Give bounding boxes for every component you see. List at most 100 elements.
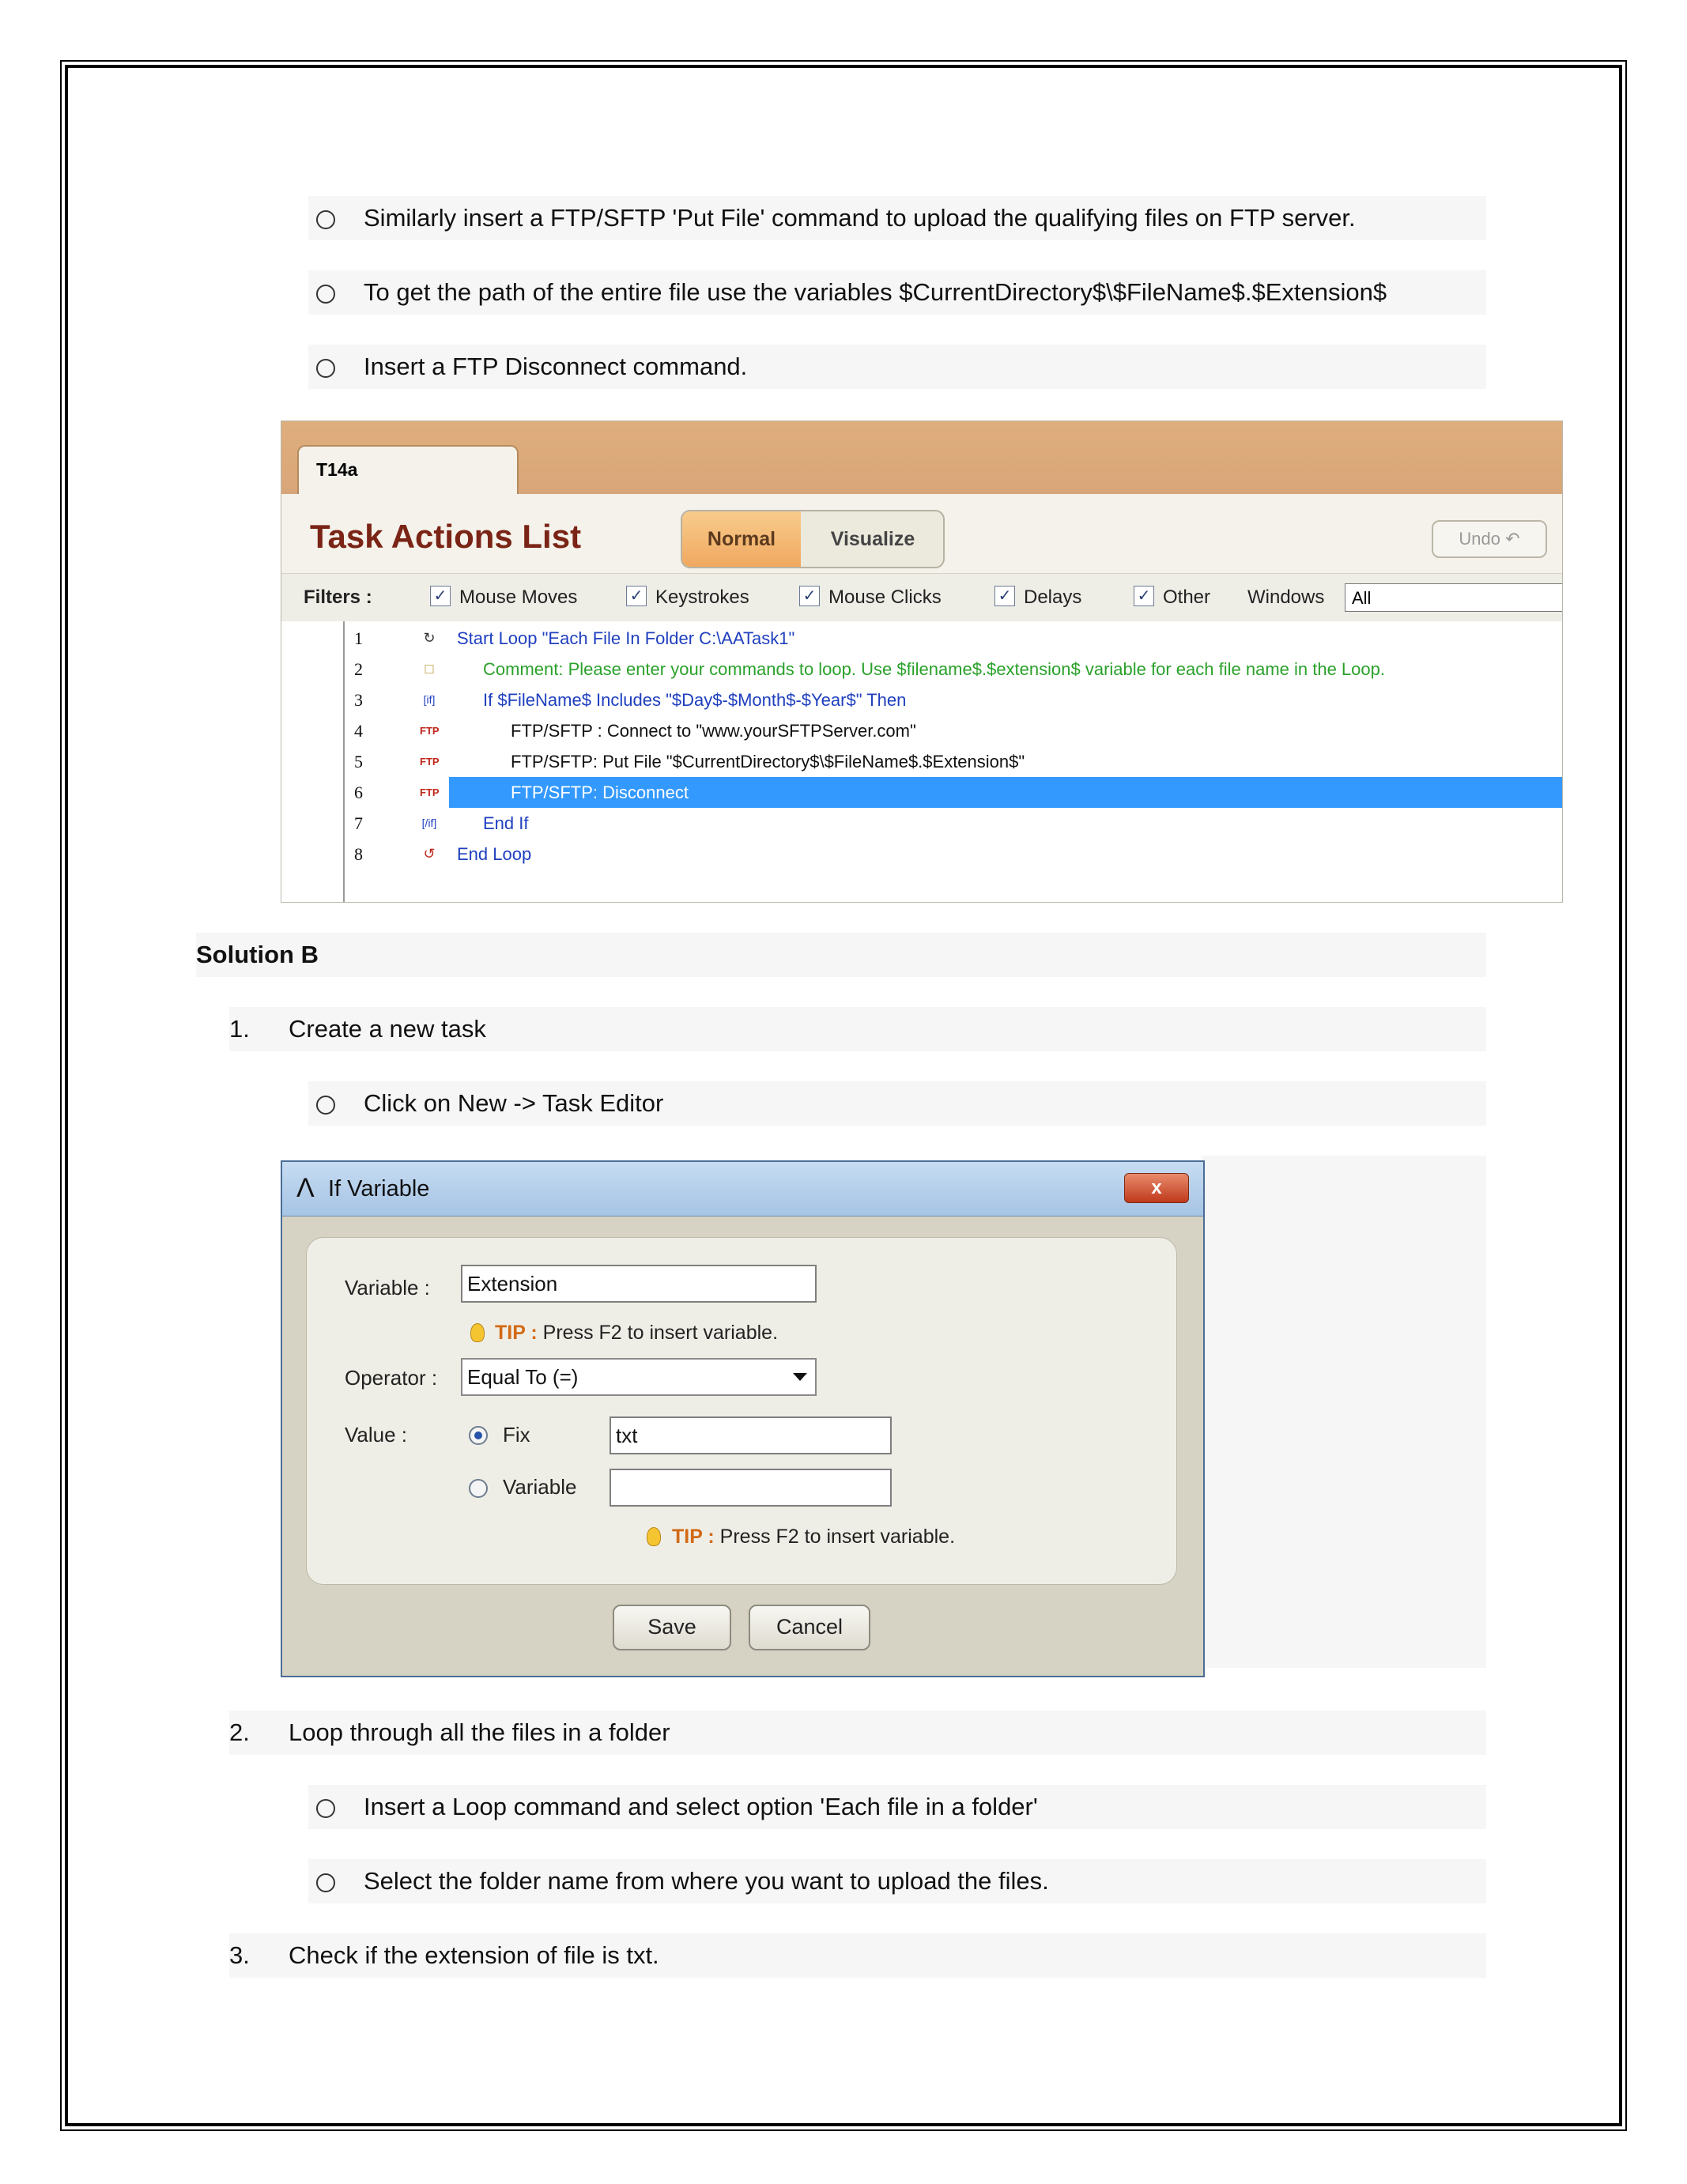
delays-label: Delays — [1024, 587, 1082, 608]
action-text: End If — [483, 813, 529, 833]
step-text: Check if the extension of file is txt. — [289, 1941, 659, 1969]
bullet-marker — [316, 359, 335, 378]
tip-bulb-icon — [647, 1527, 661, 1546]
other-checkbox[interactable]: ✓ — [1134, 586, 1154, 606]
windows-select[interactable]: All — [1345, 583, 1562, 612]
keystrokes-label: Keystrokes — [655, 587, 749, 608]
task-actions-list-screenshot: T14a Task Actions List Normal Visualize … — [281, 421, 1563, 903]
action-text: FTP/SFTP: Disconnect — [511, 783, 689, 802]
dialog-title-bar: Λ If Variable x — [282, 1162, 1203, 1216]
close-button[interactable]: x — [1124, 1173, 1189, 1203]
normal-mode-button[interactable]: Normal — [682, 511, 801, 567]
line-number: 4 — [354, 721, 363, 741]
list-item[interactable]: 3 [if] If $FileName$ Includes "$Day$-$Mo… — [281, 685, 1562, 715]
list-item[interactable]: 8 ↺ End Loop — [281, 839, 1562, 869]
value-tip: TIP : Press F2 to insert variable. — [672, 1526, 955, 1548]
bullet-marker — [316, 1096, 335, 1115]
action-text: Comment: Please enter your commands to l… — [483, 659, 1385, 679]
end-if-icon: [/if] — [421, 817, 437, 829]
action-text: FTP/SFTP: Put File "$CurrentDirectory$\$… — [511, 752, 1025, 771]
tip-text: Press F2 to insert variable. — [542, 1322, 779, 1344]
dialog-panel: Variable : Extension TIP : Press F2 to i… — [306, 1237, 1177, 1585]
selected-row-highlight: FTP/SFTP: Disconnect — [449, 777, 1562, 808]
fix-label: Fix — [503, 1423, 530, 1447]
action-text: Start Loop "Each File In Folder C:\AATas… — [457, 628, 795, 648]
tip-bulb-icon — [470, 1323, 485, 1342]
bullet-text: Click on New -> Task Editor — [364, 1089, 664, 1117]
action-text: FTP/SFTP : Connect to "www.yourSFTPServe… — [511, 721, 916, 741]
step-number: 3. — [229, 1941, 250, 1969]
mouse-clicks-label: Mouse Clicks — [828, 587, 942, 608]
ftp-icon: FTP — [420, 725, 440, 737]
chevron-down-icon — [793, 1373, 807, 1381]
list-item[interactable]: 7 [/if] End If — [281, 808, 1562, 839]
tab-strip: T14a — [281, 421, 1562, 495]
ftp-icon: FTP — [420, 756, 440, 768]
line-number: 5 — [354, 752, 363, 771]
list-item[interactable]: 6 FTP FTP/SFTP: Disconnect — [281, 777, 1562, 808]
list-item[interactable]: 4 FTP FTP/SFTP : Connect to "www.yourSFT… — [281, 715, 1562, 746]
list-item[interactable]: 5 FTP FTP/SFTP: Put File "$CurrentDirect… — [281, 746, 1562, 777]
variable-label: Variable : — [345, 1276, 430, 1299]
if-icon: [if] — [423, 693, 436, 706]
mouse-clicks-checkbox[interactable]: ✓ — [799, 586, 820, 606]
undo-label: Undo — [1459, 529, 1501, 549]
fix-radio[interactable] — [469, 1426, 488, 1445]
tip-text: Press F2 to insert variable. — [719, 1526, 956, 1548]
actions-list: 1 ↻ Start Loop "Each File In Folder C:\A… — [281, 621, 1562, 902]
comment-icon: □ — [425, 661, 434, 677]
step-text: Loop through all the files in a folder — [289, 1718, 670, 1746]
tab-t14a[interactable]: T14a — [297, 445, 519, 494]
list-item[interactable]: 1 ↻ Start Loop "Each File In Folder C:\A… — [281, 623, 1562, 654]
value-label: Value : — [345, 1423, 408, 1447]
line-number: 7 — [354, 813, 363, 833]
bullet-marker — [316, 210, 335, 229]
visualize-mode-button[interactable]: Visualize — [802, 511, 943, 567]
line-number: 1 — [354, 628, 363, 648]
ftp-icon: FTP — [420, 786, 440, 798]
bullet-marker — [316, 1873, 335, 1892]
fix-value-input[interactable]: txt — [610, 1416, 892, 1454]
line-number: 3 — [354, 690, 363, 710]
bullet-text: To get the path of the entire file use t… — [364, 278, 1387, 306]
action-text: End Loop — [457, 844, 532, 864]
delays-checkbox[interactable]: ✓ — [994, 586, 1015, 606]
mouse-moves-checkbox[interactable]: ✓ — [430, 586, 451, 606]
solution-heading: Solution B — [196, 941, 319, 968]
step-number: 2. — [229, 1718, 250, 1746]
bullet-text: Insert a FTP Disconnect command. — [364, 353, 748, 380]
line-number: 8 — [354, 844, 363, 864]
if-variable-dialog: Λ If Variable x Variable : Extension TIP… — [281, 1160, 1205, 1677]
dialog-title: If Variable — [328, 1176, 430, 1201]
heading-paragraph — [196, 933, 1486, 977]
loop-start-icon: ↻ — [423, 630, 436, 646]
keystrokes-checkbox[interactable]: ✓ — [626, 586, 647, 606]
undo-icon: ↶ — [1505, 529, 1520, 549]
operator-value: Equal To (=) — [467, 1365, 579, 1389]
action-text: If $FileName$ Includes "$Day$-$Month$-$Y… — [483, 690, 907, 710]
undo-button[interactable]: Undo ↶ — [1432, 520, 1547, 558]
tip-label: TIP : — [495, 1322, 538, 1344]
figure-background — [1202, 1156, 1486, 1668]
bullet-text: Similarly insert a FTP/SFTP 'Put File' c… — [364, 204, 1356, 232]
step-number: 1. — [229, 1015, 250, 1043]
step-text: Create a new task — [289, 1015, 486, 1043]
other-label: Other — [1163, 587, 1211, 608]
variable-input[interactable]: Extension — [461, 1265, 817, 1303]
operator-select[interactable]: Equal To (=) — [461, 1358, 817, 1396]
loop-end-icon: ↺ — [423, 846, 436, 862]
list-item[interactable]: 2 □ Comment: Please enter your commands … — [281, 654, 1562, 685]
variable-value-input[interactable] — [610, 1469, 892, 1507]
variable-option-label: Variable — [503, 1475, 577, 1499]
bullet-marker — [316, 1799, 335, 1818]
line-number: 2 — [354, 659, 363, 679]
cancel-button[interactable]: Cancel — [749, 1605, 870, 1650]
save-button[interactable]: Save — [613, 1605, 731, 1650]
variable-radio[interactable] — [469, 1479, 488, 1498]
tip-label: TIP : — [672, 1526, 715, 1548]
mouse-moves-label: Mouse Moves — [459, 587, 578, 608]
document-page: Similarly insert a FTP/SFTP 'Put File' c… — [0, 0, 1687, 2184]
view-mode-toggle: Normal Visualize — [681, 510, 945, 568]
windows-label: Windows — [1247, 587, 1325, 608]
filters-bar: Filters : ✓ Mouse Moves ✓ Keystrokes ✓ M… — [281, 573, 1562, 622]
